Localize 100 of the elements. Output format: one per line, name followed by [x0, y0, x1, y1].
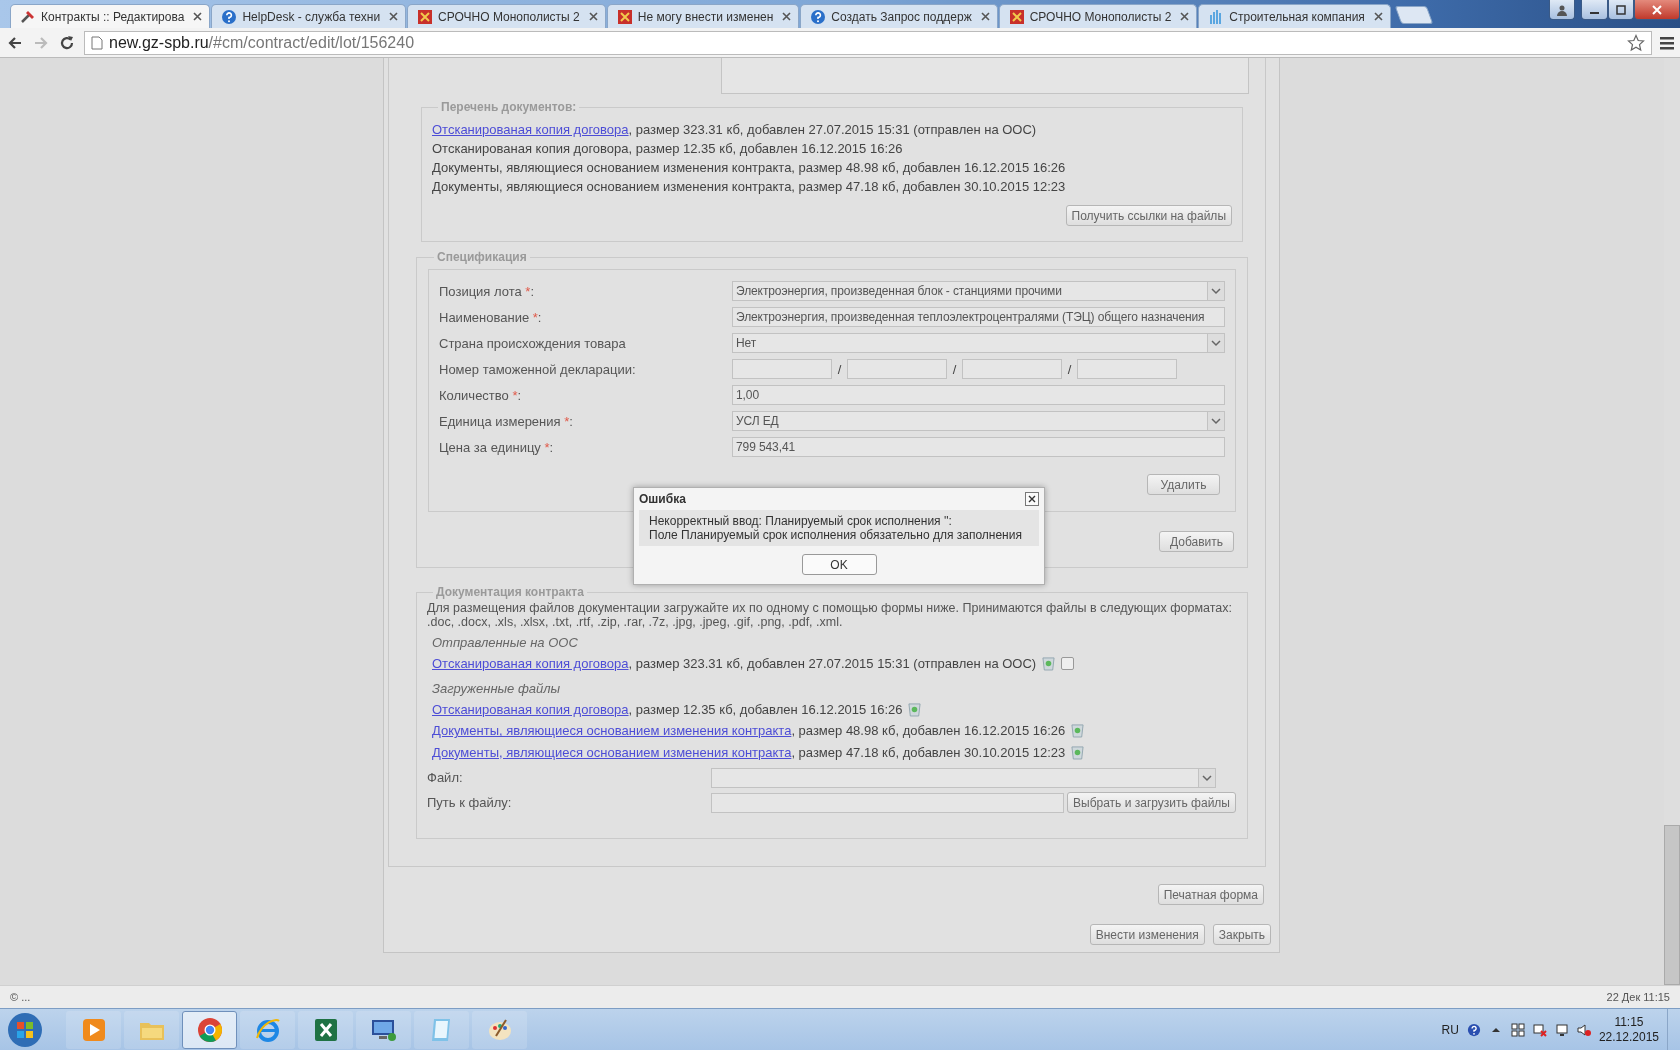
browser-icon — [195, 1015, 224, 1044]
emblem-icon — [1008, 8, 1025, 25]
close-icon[interactable] — [1373, 12, 1383, 21]
taskbar-button[interactable] — [298, 1010, 353, 1049]
scrollbar-thumb[interactable] — [1664, 825, 1680, 985]
clock[interactable]: 11:15 22.12.2015 — [1598, 1014, 1659, 1045]
input-field[interactable]: 1,00 — [732, 385, 1225, 405]
browser-tab[interactable]: Контракты :: Редактирова — [10, 4, 211, 28]
minimize-button[interactable] — [1581, 0, 1608, 20]
field-label: Путь к файлу: — [427, 795, 513, 810]
help-icon — [221, 8, 238, 25]
status-time: 22 Дек 11:15 — [1606, 991, 1670, 1003]
separator: / — [951, 361, 958, 377]
group-title: Спецификация — [436, 250, 528, 264]
document-entry: Отсканированая копия договора, размер 12.35 кб, добавлен 16.12.2015 16:26 — [432, 141, 903, 156]
close-icon[interactable] — [588, 12, 598, 21]
field-label: Страна происхождения товара — [439, 335, 627, 351]
page-icon — [91, 35, 103, 50]
select-field[interactable]: Электроэнергия, произведенная блок - станциями прочими — [732, 281, 1225, 301]
taskbar-button[interactable] — [472, 1010, 527, 1049]
taskbar-button[interactable] — [66, 1010, 121, 1049]
caret-icon — [1198, 768, 1215, 787]
monitor-icon[interactable] — [1554, 1022, 1569, 1037]
ok-button[interactable]: OK — [801, 554, 877, 575]
address-field[interactable]: new.gz-spb.ru/#cm/contract/edit/lot/156240 — [84, 30, 1652, 55]
input-field[interactable] — [732, 359, 832, 379]
dialog-title: Ошибка — [639, 492, 686, 506]
input-field[interactable] — [711, 792, 1064, 813]
emblem-icon — [417, 8, 434, 25]
group-heading: Загруженные файлы — [432, 680, 562, 697]
select-field[interactable]: УСЛ ЕД — [732, 411, 1225, 431]
format-hint: Для размещения файлов документации загружайте их по одному с помощью формы ниже. Принимаются файлы в следующих форматах: .doc, .docx, .xls, .xlsx, .txt, .rtf, .zip, .rar, .7z, .jpg, .jpeg, .gif, .png, .pdf, .xml. — [427, 601, 1233, 629]
help-icon[interactable] — [1466, 1022, 1481, 1037]
help-icon — [810, 8, 827, 25]
caret-icon — [1207, 282, 1224, 300]
separator: / — [1066, 361, 1073, 377]
field-label: Позиция лота *: — [439, 283, 536, 299]
close-button[interactable] — [1634, 0, 1680, 20]
upload-button[interactable]: Выбрать и загрузить файлы — [1067, 792, 1236, 813]
close-icon[interactable] — [1180, 12, 1190, 21]
select-field[interactable] — [711, 767, 1216, 788]
taskbar-button[interactable] — [240, 1010, 295, 1049]
document-entry: Отсканированая копия договора, размер 12.35 кб, добавлен 16.12.2015 16:26 — [432, 700, 903, 719]
browser-tab[interactable]: СРОЧНО Монополисты 2 — [998, 4, 1198, 28]
close-icon[interactable] — [980, 12, 990, 21]
document-link[interactable]: Отсканированая копия договора — [432, 656, 629, 672]
delete-button[interactable]: Удалить — [1147, 474, 1220, 495]
tools-icon — [20, 8, 36, 25]
person-icon — [1556, 3, 1568, 16]
input-field[interactable]: 799 543,41 — [732, 437, 1225, 457]
input-field[interactable]: Электроэнергия, произведенная теплоэлектроцентралями (ТЭЦ) общего назначения — [732, 307, 1225, 327]
taskbar-button[interactable] — [356, 1010, 411, 1049]
close-button[interactable] — [1025, 492, 1039, 506]
action-button[interactable]: Закрыть — [1212, 924, 1271, 945]
browser-tab[interactable]: Не могу внести изменен — [606, 4, 800, 28]
browser-tab[interactable]: СРОЧНО Монополисты 2 — [407, 4, 606, 28]
field-label: Цена за единицу *: — [439, 439, 555, 455]
close-icon[interactable] — [782, 12, 792, 21]
document-entry: Отсканированая копия договора, размер 323.31 кб, добавлен 27.07.2015 15:31 (отправлен на ООС) — [432, 655, 1037, 674]
input-field[interactable] — [1077, 359, 1177, 379]
caret-icon — [1207, 412, 1224, 430]
print-button[interactable]: Печатная форма — [1157, 884, 1264, 905]
group-heading: Отправленные на ООС — [432, 635, 579, 651]
close-icon[interactable] — [389, 12, 399, 21]
field-label: Номер таможенной декларации: — [439, 361, 637, 377]
browser-tab[interactable]: Создать Запрос поддерж — [800, 4, 998, 28]
document-entry: Документы, являющиеся основанием изменения контракта, размер 47.18 кб, добавлен 30.10.2015 12:23 — [432, 743, 1066, 762]
field-label: Количество *: — [439, 387, 523, 403]
group-title: Документация контракта — [435, 585, 585, 599]
input-field[interactable] — [962, 359, 1062, 379]
close-icon[interactable] — [193, 12, 203, 21]
get-links-button[interactable]: Получить ссылки на файлы — [1065, 205, 1232, 226]
select-field[interactable]: Нет — [732, 333, 1225, 353]
document-link[interactable]: Отсканированая копия договора — [432, 122, 629, 137]
action-button[interactable]: Внести изменения — [1089, 924, 1205, 945]
document-entry: Документы, являющиеся основанием изменения контракта, размер 47.18 кб, добавлен 30.10.2015 12:23 — [432, 179, 1066, 194]
document-entry: Документы, являющиеся основанием изменения контракта, размер 48.98 кб, добавлен 16.12.2015 16:26 — [432, 722, 1066, 741]
emblem-icon — [616, 8, 633, 25]
reload-icon[interactable] — [58, 33, 76, 52]
language-indicator[interactable]: RU — [1441, 1022, 1459, 1037]
new-tab-button[interactable] — [1394, 6, 1434, 24]
profile-button[interactable] — [1549, 0, 1575, 20]
input-field[interactable] — [847, 359, 947, 379]
taskbar-button[interactable] — [182, 1010, 237, 1049]
document-entry: Документы, являющиеся основанием изменения контракта, размер 48.98 кб, добавлен 16.12.2015 16:26 — [432, 160, 1066, 175]
status-text: © ... — [10, 991, 31, 1003]
error-message: Некорректный ввод: Планируемый срок исполнения '': — [649, 514, 953, 528]
document-entry: Отсканированая копия договора, размер 323.31 кб, добавлен 27.07.2015 15:31 (отправлен на ООС) — [432, 122, 1037, 137]
close-icon — [1028, 495, 1036, 503]
menu-icon[interactable] — [1660, 35, 1674, 50]
star-icon[interactable] — [1627, 33, 1645, 52]
browser-tab[interactable]: HelpDesk - служба техни — [211, 4, 407, 28]
checkbox[interactable] — [1061, 657, 1075, 671]
muted-speaker-icon[interactable] — [1576, 1022, 1591, 1037]
browser-tab[interactable]: Строительная компания — [1198, 4, 1391, 28]
document-link[interactable]: Отсканированая копия договора — [432, 701, 629, 717]
url-text: new.gz-spb.ru/#cm/contract/edit/lot/156240 — [109, 33, 415, 52]
field-label: Единица измерения *: — [439, 413, 574, 429]
maximize-button[interactable] — [1608, 0, 1634, 20]
add-button[interactable]: Добавить — [1159, 531, 1234, 552]
